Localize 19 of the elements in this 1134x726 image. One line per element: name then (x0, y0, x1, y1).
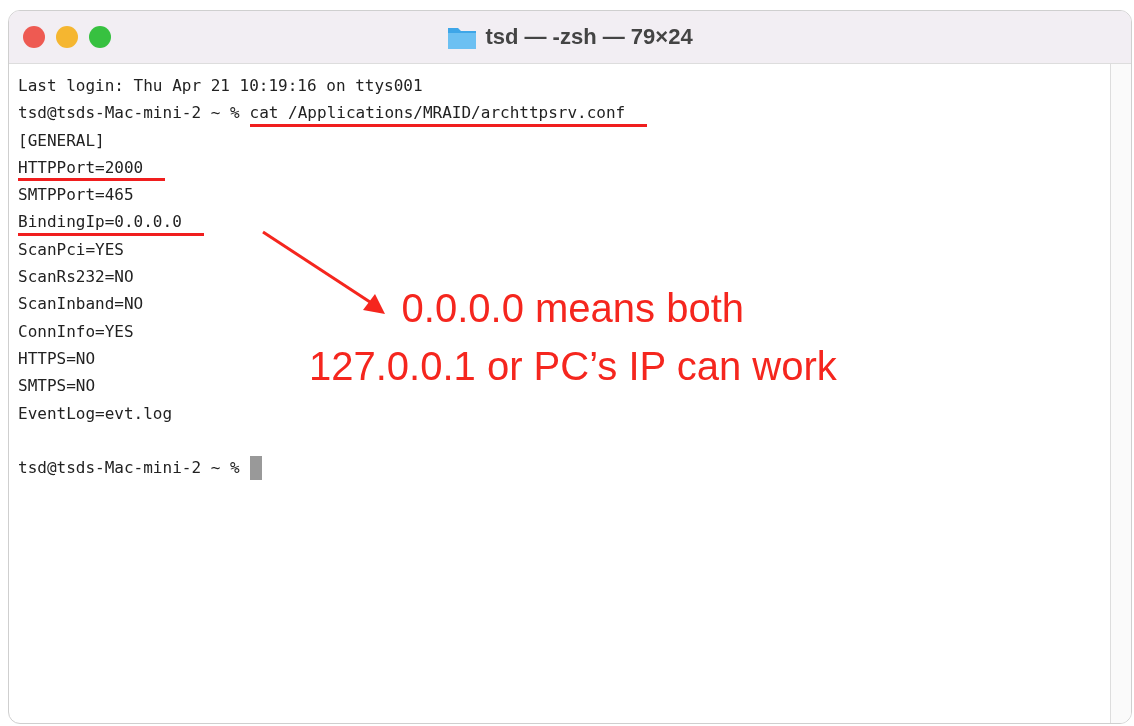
zoom-button[interactable] (89, 26, 111, 48)
shell-prompt: tsd@tsds-Mac-mini-2 ~ % (18, 457, 240, 480)
shell-prompt: tsd@tsds-Mac-mini-2 ~ % (18, 102, 240, 125)
output-line: ScanInband=NO (18, 293, 144, 316)
output-line: [GENERAL] (18, 129, 105, 152)
output-line: EventLog=evt.log (18, 402, 173, 425)
window-title: tsd — -zsh — 79×24 (485, 24, 693, 50)
output-line: SMTPPort=465 (18, 184, 134, 207)
minimize-button[interactable] (56, 26, 78, 48)
output-line: HTTPS=NO (18, 347, 96, 370)
output-line: ScanRs232=NO (18, 266, 134, 289)
output-line: SMTPS=NO (18, 375, 96, 398)
annotation-text: 127.0.0.1 or PC’s IP can work (309, 344, 837, 388)
cursor (249, 456, 262, 481)
close-button[interactable] (23, 26, 45, 48)
output-line: ScanPci=YES (18, 238, 124, 261)
annotation-text: 0.0.0.0 means both (401, 286, 745, 330)
output-line: Last login: Thu Apr 21 10:19:16 on ttys001 (18, 75, 423, 97)
output-line: ConnInfo=YES (18, 320, 134, 343)
